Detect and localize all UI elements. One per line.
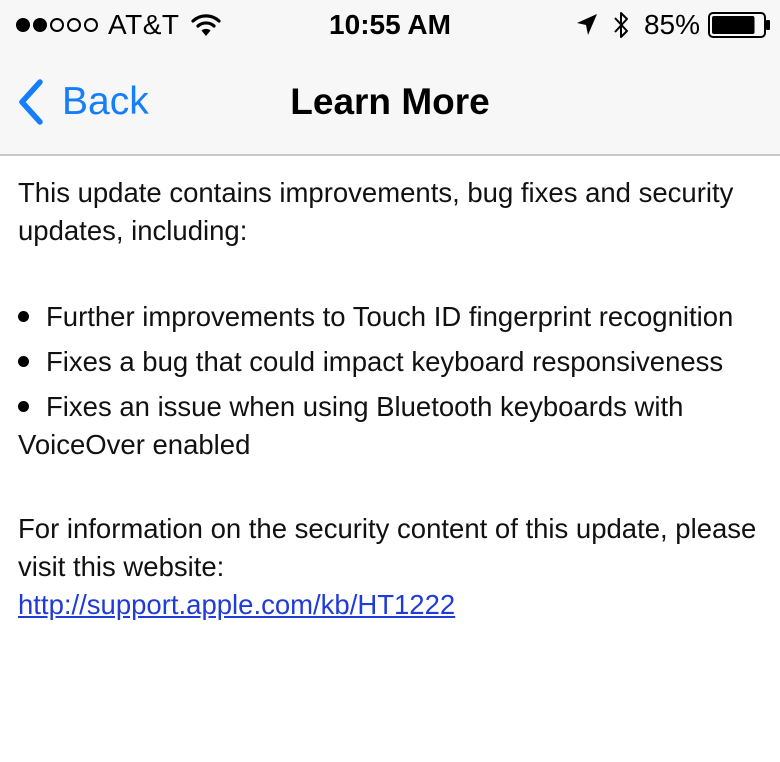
bullet-icon (18, 311, 29, 323)
screen: AT&T 10:55 AM 85% Back Learn More This u… (0, 0, 780, 762)
list-item-text: Fixes a bug that could impact keyboard r… (46, 346, 724, 377)
list-item: Fixes a bug that could impact keyboard r… (18, 343, 763, 381)
page-title: Learn More (290, 81, 490, 122)
release-notes: This update contains improvements, bug f… (18, 174, 763, 624)
location-arrow-icon (576, 14, 597, 35)
list-item: Fixes an issue when using Bluetooth keyb… (18, 388, 763, 464)
bullet-icon (18, 401, 29, 413)
intro-text: This update contains improvements, bug f… (18, 177, 734, 246)
list-item-text: Fixes an issue when using Bluetooth keyb… (18, 391, 684, 460)
security-info: For information on the security content … (18, 510, 763, 624)
status-right: 85% (576, 8, 772, 42)
status-bar: AT&T 10:55 AM 85% (0, 0, 780, 50)
battery-fill (712, 16, 755, 34)
battery-icon (708, 12, 770, 38)
navigation-bar: Back Learn More (0, 50, 780, 156)
security-info-text: For information on the security content … (18, 513, 757, 582)
list-item: Further improvements to Touch ID fingerp… (18, 298, 763, 336)
bluetooth-icon (614, 12, 628, 38)
changes-list: Further improvements to Touch ID fingerp… (18, 298, 763, 464)
support-link[interactable]: http://support.apple.com/kb/HT1222 (18, 589, 455, 620)
list-item-text: Further improvements to Touch ID fingerp… (46, 301, 734, 332)
bullet-icon (18, 356, 29, 368)
battery-percentage: 85% (643, 9, 700, 40)
